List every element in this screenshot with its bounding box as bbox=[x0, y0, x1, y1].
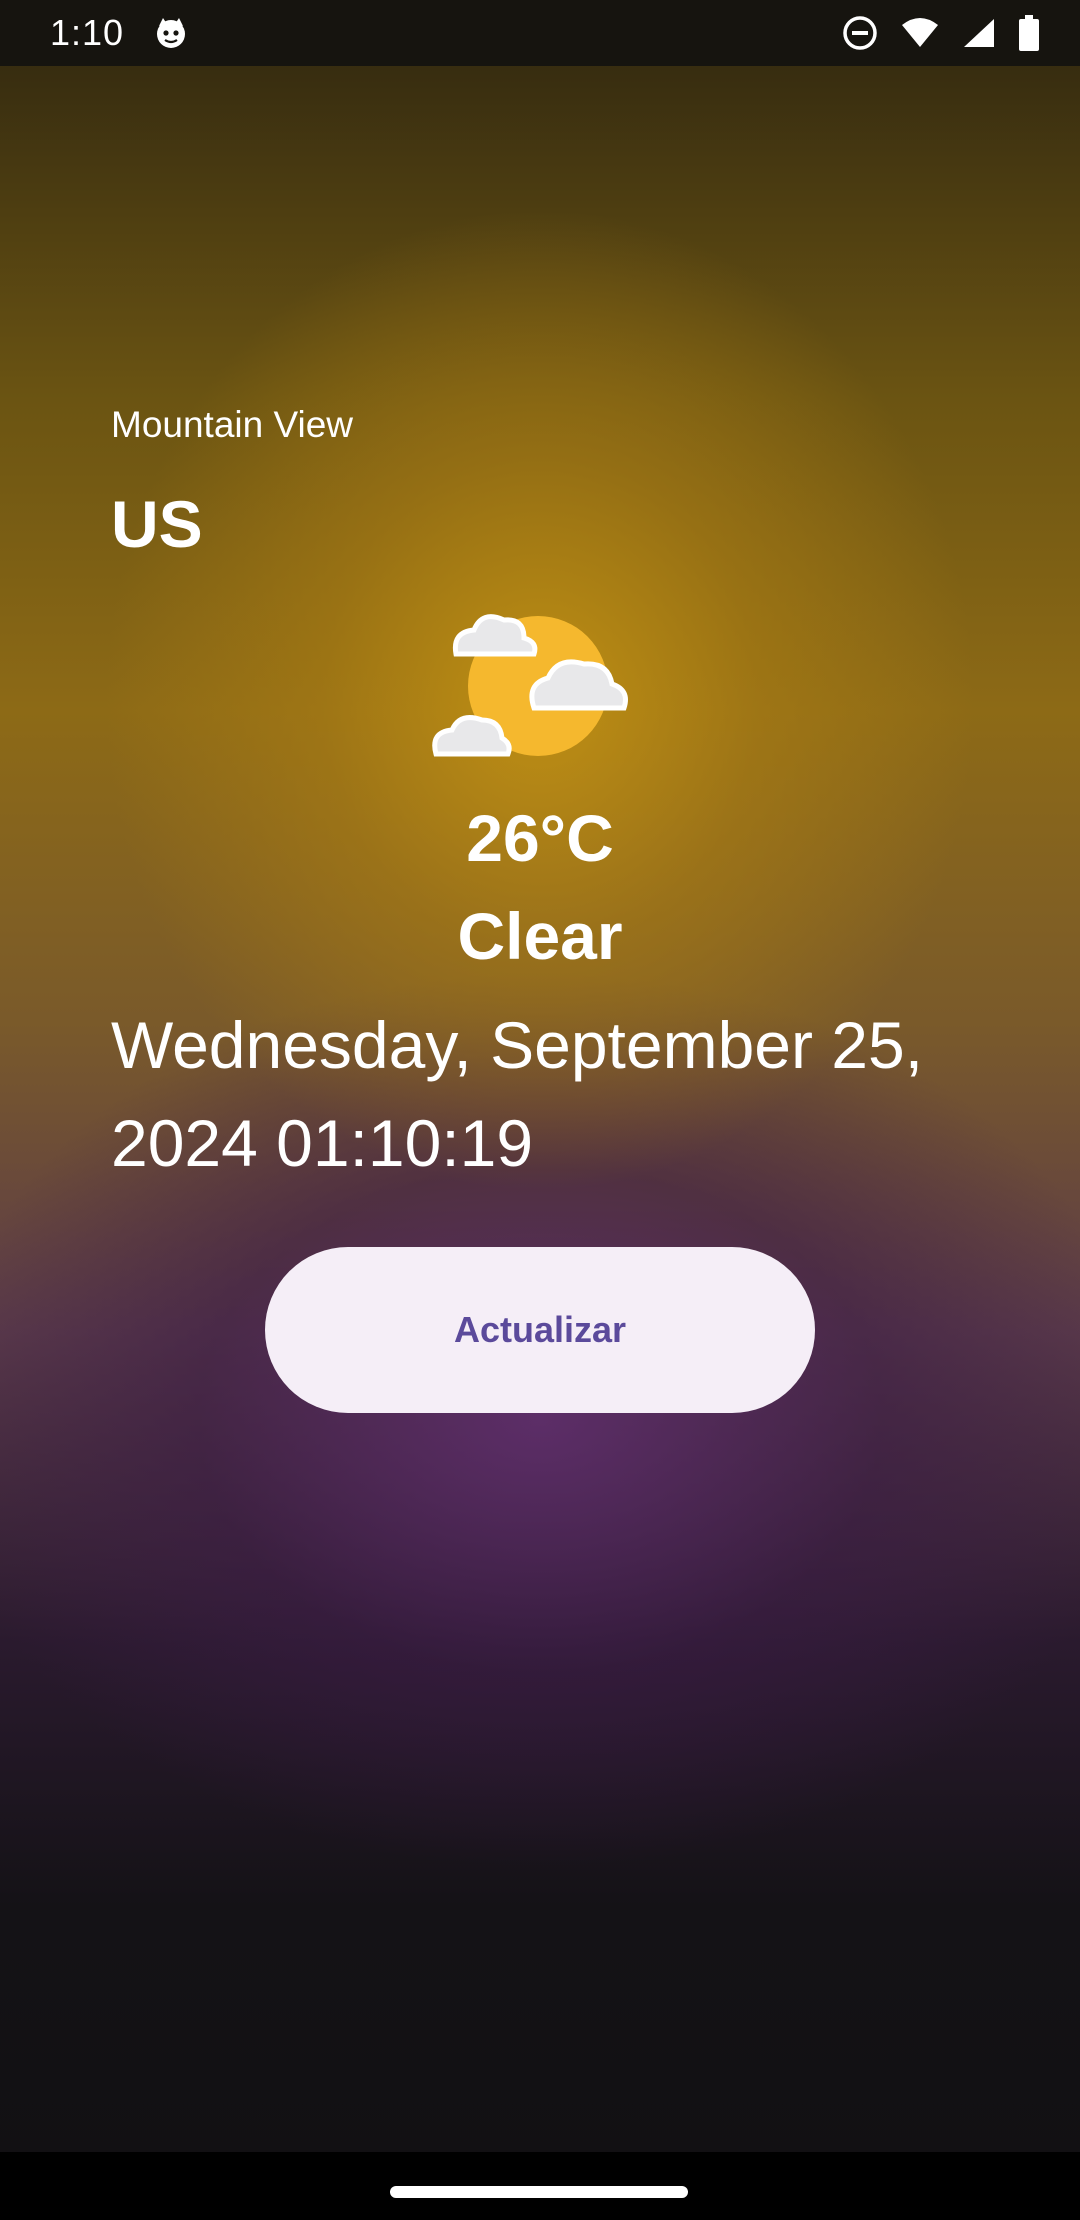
cat-face-icon bbox=[154, 16, 188, 50]
status-bar: 1:10 bbox=[0, 0, 1080, 66]
weather-condition: Clear bbox=[457, 899, 623, 973]
cellular-signal-icon bbox=[962, 17, 996, 49]
status-icons bbox=[842, 14, 1040, 52]
country-code: US bbox=[111, 487, 203, 561]
wifi-icon bbox=[900, 17, 940, 49]
battery-icon bbox=[1018, 15, 1040, 51]
refresh-button[interactable]: Actualizar bbox=[265, 1247, 815, 1413]
sun-behind-clouds-icon bbox=[428, 602, 648, 768]
weather-screen: 1:10 Mountain View US 26°C Clear Wednesd… bbox=[0, 0, 1080, 2220]
current-datetime: Wednesday, September 25, 2024 01:10:19 bbox=[111, 1008, 924, 1180]
status-time: 1:10 bbox=[50, 12, 125, 53]
temperature: 26°C bbox=[466, 801, 614, 875]
home-gesture-handle[interactable] bbox=[390, 2186, 688, 2198]
city-name: Mountain View bbox=[111, 404, 354, 445]
do-not-disturb-icon bbox=[842, 15, 878, 51]
